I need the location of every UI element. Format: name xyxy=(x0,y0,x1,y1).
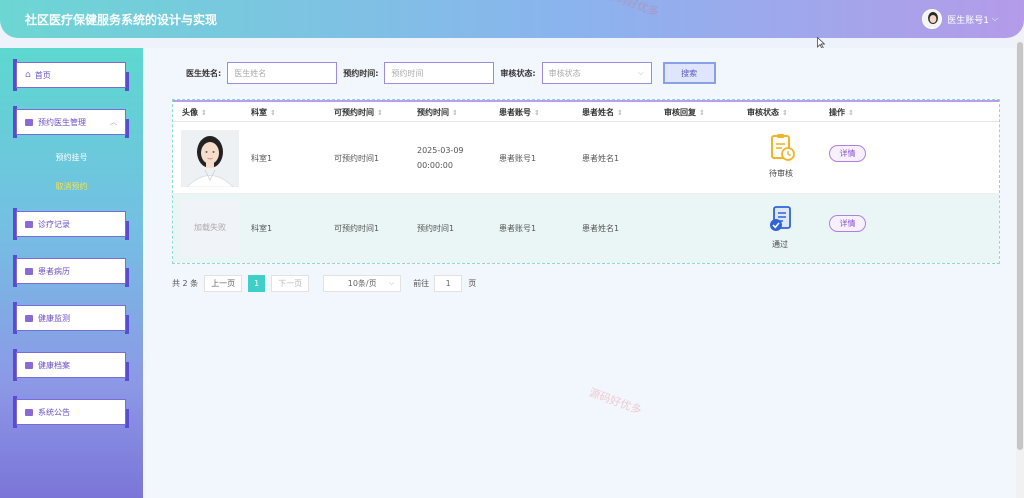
sidebar-subitem-book[interactable]: 预约挂号 xyxy=(0,152,143,163)
main-content: 医生姓名: 医生姓名 预约时间: 预约时间 审核状态: 审核状态 ⌵ 搜索 头像… xyxy=(143,48,1024,498)
sidebar-item-patient-records[interactable]: 患者病历 xyxy=(13,255,129,287)
sidebar-item-treatment-records[interactable]: 诊疗记录 xyxy=(13,208,129,240)
chevron-down-icon: ⌵ xyxy=(991,14,998,23)
total-count: 共 2 条 xyxy=(172,279,199,288)
column-header[interactable]: 患者姓名 ⇕ xyxy=(582,107,623,118)
cell-department: 科室1 xyxy=(251,154,273,163)
sidebar-item-appointment-management[interactable]: 预约医生管理 ︿ xyxy=(13,106,129,138)
prev-page-button[interactable]: 上一页 xyxy=(204,275,243,292)
column-header[interactable]: 头像 ⇕ xyxy=(182,107,207,118)
user-name: 医生账号1 xyxy=(947,15,989,26)
approved-icon xyxy=(770,206,791,231)
doctor-avatar xyxy=(181,130,239,187)
cell-patient-name: 患者姓名1 xyxy=(582,154,620,163)
column-header[interactable]: 操作 ⇕ xyxy=(829,107,854,118)
cell-available-time: 可预约时间1 xyxy=(334,154,380,163)
status-label: 通过 xyxy=(772,240,788,249)
detail-button[interactable]: 详情 xyxy=(829,215,866,232)
user-menu[interactable]: 医生账号1 ⌵ xyxy=(922,9,998,29)
sidebar-item-announcements[interactable]: 系统公告 xyxy=(13,396,129,428)
pagination: 共 2 条 上一页 1 下一页 10条/页 ⌵ 前往 1 页 xyxy=(172,275,476,292)
cell-patient-account: 患者账号1 xyxy=(499,224,537,233)
table-header: 头像 ⇕ 科室 ⇕ 可预约时间 ⇕ 预约时间 ⇕ 患者账号 ⇕ 患者姓名 ⇕ 审核回复 ⇕ 审… xyxy=(173,102,999,122)
cell-patient-account: 患者账号1 xyxy=(499,154,537,163)
sidebar-item-label: 首页 xyxy=(34,70,51,80)
review-status-label: 审核状态: xyxy=(500,68,536,78)
page-number-current[interactable]: 1 xyxy=(248,275,266,292)
list-icon xyxy=(25,118,33,126)
doctor-name-input[interactable]: 医生姓名 xyxy=(227,62,338,84)
next-page-button[interactable]: 下一页 xyxy=(271,275,310,292)
chevron-down-icon: ⌵ xyxy=(388,279,395,287)
column-header[interactable]: 预约时间 ⇕ xyxy=(417,107,458,118)
sidebar-item-home[interactable]: ⌂ 首页 xyxy=(13,59,129,91)
sidebar-item-label: 诊疗记录 xyxy=(38,219,70,229)
sidebar-item-label: 预约医生管理 xyxy=(38,117,86,127)
detail-button[interactable]: 详情 xyxy=(829,145,866,162)
cell-appointment-time: 2025-03-09 00:00:00 xyxy=(417,146,464,170)
cell-available-time: 可预约时间1 xyxy=(334,224,380,233)
top-header: 社区医疗保健服务系统的设计与实现 医生账号1 ⌵ xyxy=(0,0,1024,38)
column-header[interactable]: 可预约时间 ⇕ xyxy=(334,107,383,118)
page-scrollbar[interactable] xyxy=(1016,40,1024,498)
app-title: 社区医疗保健服务系统的设计与实现 xyxy=(25,13,218,27)
sidebar: ⌂ 首页 预约医生管理 ︿ 预约挂号 取消预约 诊疗记录 患者病历 健康监测 健… xyxy=(0,48,143,498)
watermark: 源码好优多 xyxy=(587,385,644,417)
sidebar-subitem-cancel[interactable]: 取消预约 xyxy=(0,181,143,192)
search-button[interactable]: 搜索 xyxy=(662,62,716,84)
table-row: 加载失败 科室1 可预约时间1 预约时间1 患者账号1 患者姓名1 通过 详情 xyxy=(173,194,999,263)
sidebar-item-health-monitoring[interactable]: 健康监测 xyxy=(13,302,129,334)
patient-icon xyxy=(25,267,33,275)
chevron-up-icon: ︿ xyxy=(110,118,117,126)
avatar-load-failed: 加载失败 xyxy=(181,199,239,256)
pending-review-icon xyxy=(771,134,795,161)
sidebar-item-health-archive[interactable]: 健康档案 xyxy=(13,349,129,381)
cell-appointment-time: 预约时间1 xyxy=(417,224,455,233)
user-avatar xyxy=(922,9,943,29)
announcement-icon xyxy=(25,408,33,416)
monitor-icon xyxy=(25,314,33,322)
document-icon xyxy=(25,220,33,228)
goto-label: 前往 xyxy=(413,279,430,288)
column-header[interactable]: 患者账号 ⇕ xyxy=(499,107,540,118)
scrollbar-thumb[interactable] xyxy=(1017,42,1023,450)
review-status-select[interactable]: 审核状态 ⌵ xyxy=(541,62,652,84)
appointment-time-label: 预约时间: xyxy=(343,68,379,78)
column-header[interactable]: 审核状态 ⇕ xyxy=(747,107,788,118)
sidebar-item-label: 健康档案 xyxy=(38,360,70,370)
appointment-table: 头像 ⇕ 科室 ⇕ 可预约时间 ⇕ 预约时间 ⇕ 患者账号 ⇕ 患者姓名 ⇕ 审核回复 ⇕ 审… xyxy=(172,99,1000,264)
home-icon: ⌂ xyxy=(25,70,31,80)
sidebar-item-label: 系统公告 xyxy=(38,407,70,417)
sidebar-item-label: 患者病历 xyxy=(38,266,70,276)
sidebar-item-label: 健康监测 xyxy=(38,313,70,323)
status-label: 待审核 xyxy=(769,169,793,178)
column-header[interactable]: 科室 ⇕ xyxy=(251,107,276,118)
table-row: 科室1 可预约时间1 2025-03-09 00:00:00 患者账号1 患者姓… xyxy=(173,122,999,194)
page-suffix: 页 xyxy=(468,279,477,288)
chevron-down-icon: ⌵ xyxy=(638,68,644,77)
doctor-name-label: 医生姓名: xyxy=(186,68,222,78)
cell-department: 科室1 xyxy=(251,224,273,233)
search-bar: 医生姓名: 医生姓名 预约时间: 预约时间 审核状态: 审核状态 ⌵ 搜索 xyxy=(186,62,716,84)
page-size-select[interactable]: 10条/页 ⌵ xyxy=(323,275,402,292)
column-header[interactable]: 审核回复 ⇕ xyxy=(664,107,705,118)
archive-icon xyxy=(25,361,33,369)
goto-page-input[interactable]: 1 xyxy=(434,275,463,292)
appointment-time-input[interactable]: 预约时间 xyxy=(384,62,495,84)
cell-patient-name: 患者姓名1 xyxy=(582,224,620,233)
